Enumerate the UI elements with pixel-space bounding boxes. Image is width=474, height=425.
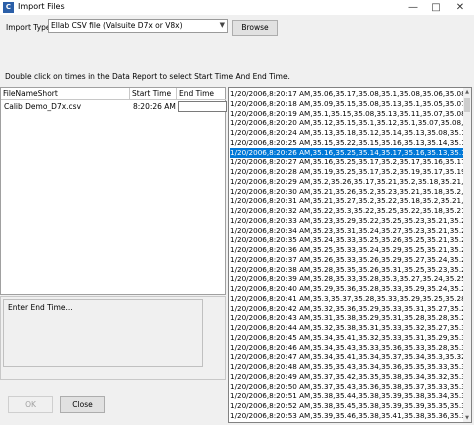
import-type-value: Ellab CSV file (Valsuite D7x or V8x) (51, 21, 183, 30)
data-report-row[interactable]: 1/20/2006,8:20:41 AM,35.3,35.37,35.28,35… (230, 294, 463, 304)
data-report-row[interactable]: 1/20/2006,8:20:52 AM,35.38,35.45,35.38,3… (230, 401, 463, 411)
end-time-prompt: Enter End Time... (8, 303, 73, 312)
import-type-label: Import Type (6, 23, 51, 32)
close-icon[interactable]: ✕ (450, 0, 470, 15)
start-time-cell[interactable]: 8:20:26 AM (133, 101, 176, 112)
data-report-row[interactable]: 1/20/2006,8:20:47 AM,35.34,35.41,35.34,3… (230, 352, 463, 362)
data-report-row[interactable]: 1/20/2006,8:20:43 AM,35.31,35.38,35.29,3… (230, 313, 463, 323)
data-report-row[interactable]: 1/20/2006,8:20:30 AM,35.21,35.26,35.2,35… (230, 187, 463, 197)
data-report-row[interactable]: 1/20/2006,8:20:33 AM,35.23,35.29,35.22,3… (230, 216, 463, 226)
data-report-row[interactable]: 1/20/2006,8:20:25 AM,35.15,35.22,35.15,3… (230, 138, 463, 148)
scroll-up-icon[interactable]: ▲ (463, 88, 471, 96)
data-report-row[interactable]: 1/20/2006,8:20:35 AM,35.24,35.33,35.25,3… (230, 235, 463, 245)
column-header-end-time[interactable]: End Time (177, 88, 226, 99)
window-title: Import Files (18, 2, 65, 11)
data-report-row[interactable]: 1/20/2006,8:20:44 AM,35.32,35.38,35.31,3… (230, 323, 463, 333)
data-report-row[interactable]: 1/20/2006,8:20:27 AM,35.16,35.25,35.17,3… (230, 157, 463, 167)
data-report-row[interactable]: 1/20/2006,8:20:50 AM,35.37,35.43,35.36,3… (230, 382, 463, 392)
minimize-icon[interactable]: — (403, 0, 423, 15)
close-button[interactable]: Close (60, 396, 105, 413)
scroll-down-icon[interactable]: ▼ (463, 414, 471, 422)
data-report-row[interactable]: 1/20/2006,8:20:42 AM,35.32,35.36,35.29,3… (230, 304, 463, 314)
header-divider (1, 99, 226, 100)
instruction-text: Double click on times in the Data Report… (5, 72, 290, 81)
ok-button[interactable]: OK (8, 396, 53, 413)
maximize-icon[interactable]: □ (426, 0, 446, 15)
data-report-row[interactable]: 1/20/2006,8:20:34 AM,35.23,35.31,35.24,3… (230, 226, 463, 236)
title-bar: C Import Files — □ ✕ (0, 0, 474, 15)
data-report-row[interactable]: 1/20/2006,8:20:18 AM,35.09,35.15,35.08,3… (230, 99, 463, 109)
data-report-row[interactable]: 1/20/2006,8:20:38 AM,35.28,35.35,35.26,3… (230, 265, 463, 275)
data-report-row[interactable]: 1/20/2006,8:20:40 AM,35.29,35.36,35.28,3… (230, 284, 463, 294)
data-report-row[interactable]: 1/20/2006,8:20:36 AM,35.25,35.33,35.24,3… (230, 245, 463, 255)
app-icon: C (3, 2, 14, 13)
end-time-prompt-field[interactable]: Enter End Time... (3, 299, 203, 367)
data-report-row[interactable]: 1/20/2006,8:20:17 AM,35.06,35.17,35.08,3… (230, 89, 463, 99)
end-time-input[interactable] (178, 101, 227, 112)
data-report-row[interactable]: 1/20/2006,8:20:28 AM,35.19,35.25,35.17,3… (230, 167, 463, 177)
data-report-row[interactable]: 1/20/2006,8:20:48 AM,35.35,35.43,35.34,3… (230, 362, 463, 372)
column-header-filename[interactable]: FileNameShort (1, 88, 130, 99)
data-report-row[interactable]: 1/20/2006,8:20:37 AM,35.26,35.33,35.26,3… (230, 255, 463, 265)
dropdown-arrow-icon[interactable]: ▼ (220, 21, 225, 29)
data-report-row[interactable]: 1/20/2006,8:20:26 AM,35.16,35.25,35.14,3… (230, 147, 463, 158)
data-report-row[interactable]: 1/20/2006,8:20:31 AM,35.21,35.27,35.2,35… (230, 196, 463, 206)
data-report-row[interactable]: 1/20/2006,8:20:19 AM,35.1,35.15,35.08,35… (230, 109, 463, 119)
data-report-row[interactable]: 1/20/2006,8:20:46 AM,35.34,35.43,35.33,3… (230, 343, 463, 353)
files-table: FileNameShort Start Time End Time Calib … (0, 87, 227, 295)
vertical-scrollbar[interactable]: ▲ ▼ (463, 88, 471, 422)
import-type-select[interactable]: Ellab CSV file (Valsuite D7x or V8x) ▼ (48, 19, 228, 33)
data-report-row[interactable]: 1/20/2006,8:20:51 AM,35.38,35.44,35.38,3… (230, 391, 463, 401)
data-report-row[interactable]: 1/20/2006,8:20:20 AM,35.12,35.15,35.1,35… (230, 118, 463, 128)
data-report-row[interactable]: 1/20/2006,8:20:45 AM,35.34,35.41,35.32,3… (230, 333, 463, 343)
data-report-row[interactable]: 1/20/2006,8:20:29 AM,35.2,35.26,35.17,35… (230, 177, 463, 187)
data-report-list[interactable]: 1/20/2006,8:20:17 AM,35.06,35.17,35.08,3… (228, 87, 472, 423)
data-report-row[interactable]: 1/20/2006,8:20:24 AM,35.13,35.18,35.12,3… (230, 128, 463, 138)
data-report-row[interactable]: 1/20/2006,8:20:32 AM,35.22,35.3,35.22,35… (230, 206, 463, 216)
data-report-row[interactable]: 1/20/2006,8:20:49 AM,35.37,35.42,35.35,3… (230, 372, 463, 382)
data-report-row[interactable]: 1/20/2006,8:20:53 AM,35.39,35.46,35.38,3… (230, 411, 463, 421)
end-time-panel: Enter End Time... (0, 296, 226, 380)
data-report-row[interactable]: 1/20/2006,8:20:39 AM,35.28,35.33,35.28,3… (230, 274, 463, 284)
column-header-start-time[interactable]: Start Time (130, 88, 177, 99)
browse-button[interactable]: Browse (232, 20, 278, 36)
scroll-thumb[interactable] (464, 98, 470, 112)
file-name-cell[interactable]: Calib Demo_D7x.csv (4, 101, 81, 112)
